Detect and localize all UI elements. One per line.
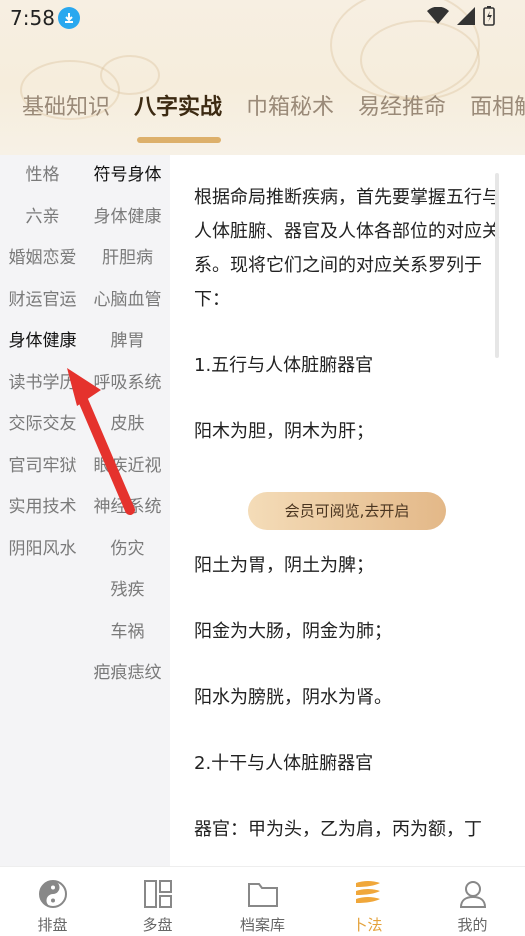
- bottom-nav: 排盘 多盘 档案库 卜法 我的: [0, 866, 525, 936]
- paragraph: 根据命局推断疾病，首先要掌握五行与人体脏腑、器官及人体各部位的对应关系。现将它们…: [194, 187, 500, 310]
- sidebar-item-skills[interactable]: 实用技术: [0, 487, 85, 529]
- active-tab-indicator: [137, 137, 221, 143]
- yin-yang-icon: [36, 877, 70, 911]
- scrollbar[interactable]: [495, 173, 499, 358]
- subitem-cardio[interactable]: 心脑血管: [85, 280, 170, 322]
- subitem-eyes[interactable]: 眼疾近视: [85, 446, 170, 488]
- download-icon: [58, 7, 80, 29]
- folder-icon: [246, 877, 280, 911]
- nav-item-mine[interactable]: 我的: [420, 867, 525, 936]
- paragraph: 2.十干与人体脏腑器官: [194, 753, 374, 774]
- subitem-liver[interactable]: 肝胆病: [85, 238, 170, 280]
- tab-secret-arts[interactable]: 巾箱秘术: [234, 88, 346, 133]
- divination-icon: [351, 877, 385, 911]
- nav-item-paipan[interactable]: 排盘: [0, 867, 105, 936]
- paragraph: 1.五行与人体脏腑器官: [194, 355, 374, 376]
- nav-label: 卜法: [352, 916, 383, 934]
- subitem-scars[interactable]: 疤痕痣纹: [85, 653, 170, 695]
- signal-icon: [457, 7, 475, 25]
- status-time: 7:58: [10, 6, 55, 30]
- sidebar-item-fengshui[interactable]: 阴阳风水: [0, 529, 85, 571]
- paragraph: 阳木为胆，阴木为肝；: [194, 421, 374, 442]
- subitem-respiratory[interactable]: 呼吸系统: [85, 363, 170, 405]
- subitem-nervous[interactable]: 神经系统: [85, 487, 170, 529]
- wifi-icon: [427, 7, 449, 24]
- subitem-stomach[interactable]: 脾胃: [85, 321, 170, 363]
- header: 7:58 基础知识 八字实战 巾箱秘术 易经推命 面相解: [0, 0, 525, 155]
- tab-yijing[interactable]: 易经推命: [346, 88, 458, 133]
- sidebar-item-personality[interactable]: 性格: [0, 155, 85, 197]
- subitem-injury[interactable]: 伤灾: [85, 529, 170, 571]
- subitem-disability[interactable]: 残疾: [85, 570, 170, 612]
- sidebar-item-lawsuit[interactable]: 官司牢狱: [0, 446, 85, 488]
- profile-icon: [456, 877, 490, 911]
- tab-basics[interactable]: 基础知识: [0, 88, 122, 133]
- paragraph: 器官：甲为头，乙为肩，丙为额，丁: [194, 819, 482, 840]
- tab-face-reading[interactable]: 面相解: [458, 88, 525, 133]
- nav-label: 多盘: [142, 916, 173, 934]
- nav-item-archive[interactable]: 档案库: [210, 867, 315, 936]
- sidebar-item-wealth[interactable]: 财运官运: [0, 280, 85, 322]
- nav-item-bufa[interactable]: 卜法: [315, 867, 420, 936]
- category-tabs: 基础知识 八字实战 巾箱秘术 易经推命 面相解: [0, 88, 525, 133]
- paragraph: 阳金为大肠，阴金为肺；: [194, 621, 392, 642]
- subitem-body-symbols[interactable]: 符号身体: [85, 155, 170, 197]
- sidebar-item-marriage[interactable]: 婚姻恋爱: [0, 238, 85, 280]
- tab-bazi-practice[interactable]: 八字实战: [122, 88, 234, 133]
- battery-icon: [483, 6, 495, 26]
- member-unlock-button[interactable]: 会员可阅览,去开启: [248, 492, 446, 530]
- article-content[interactable]: 根据命局推断疾病，首先要掌握五行与人体脏腑、器官及人体各部位的对应关系。现将它们…: [170, 155, 525, 866]
- nav-label: 档案库: [239, 916, 285, 934]
- nav-label: 排盘: [37, 916, 68, 934]
- system-icons: [427, 6, 495, 26]
- nav-label: 我的: [457, 916, 488, 934]
- sidebar-item-education[interactable]: 读书学历: [0, 363, 85, 405]
- sidebar-item-family[interactable]: 六亲: [0, 197, 85, 239]
- sidebar-secondary: 符号身体 身体健康 肝胆病 心脑血管 脾胃 呼吸系统 皮肤 眼疾近视 神经系统 …: [85, 155, 170, 695]
- paragraph: 阳水为膀胱，阴水为肾。: [194, 687, 392, 708]
- subitem-body-health[interactable]: 身体健康: [85, 197, 170, 239]
- sidebar-primary: 性格 六亲 婚姻恋爱 财运官运 身体健康 读书学历 交际交友 官司牢狱 实用技术…: [0, 155, 85, 570]
- sidebar-item-social[interactable]: 交际交友: [0, 404, 85, 446]
- sidebar-item-health[interactable]: 身体健康: [0, 321, 85, 363]
- subitem-accident[interactable]: 车祸: [85, 612, 170, 654]
- sidebar: 性格 六亲 婚姻恋爱 财运官运 身体健康 读书学历 交际交友 官司牢狱 实用技术…: [0, 155, 170, 866]
- paragraph: 阳土为胃，阴土为脾；: [194, 555, 374, 576]
- multi-board-icon: [141, 877, 175, 911]
- nav-item-duopan[interactable]: 多盘: [105, 867, 210, 936]
- subitem-skin[interactable]: 皮肤: [85, 404, 170, 446]
- status-bar: 7:58: [0, 0, 525, 36]
